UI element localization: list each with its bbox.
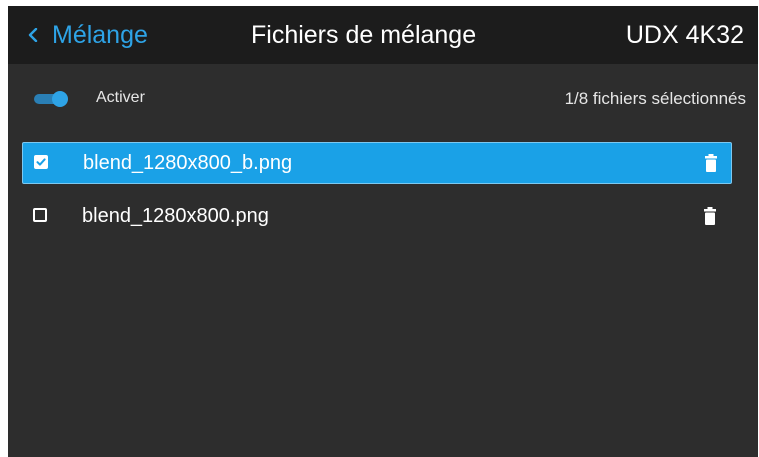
toggle-knob — [52, 91, 68, 107]
enable-row: Activer 1/8 fichiers sélectionnés — [8, 84, 758, 114]
file-name: blend_1280x800.png — [82, 205, 269, 227]
back-label: Mélange — [52, 20, 148, 49]
chevron-left-icon — [28, 19, 38, 51]
trash-icon[interactable] — [704, 207, 716, 225]
enable-toggle-label: Activer — [96, 89, 145, 106]
file-name: blend_1280x800_b.png — [83, 152, 293, 174]
file-row[interactable]: blend_1280x800.png — [22, 196, 730, 236]
file-row[interactable]: blend_1280x800_b.png — [22, 142, 732, 184]
blend-files-screen: Mélange Fichiers de mélange UDX 4K32 Act… — [8, 6, 758, 457]
back-button[interactable]: Mélange — [28, 19, 148, 51]
header-bar: Mélange Fichiers de mélange UDX 4K32 — [8, 6, 758, 64]
file-list: blend_1280x800_b.png blend_1280x800.png — [22, 142, 732, 248]
trash-icon[interactable] — [705, 154, 717, 172]
selection-count: 1/8 fichiers sélectionnés — [564, 89, 746, 108]
checkbox-checked-icon[interactable] — [34, 155, 48, 169]
enable-toggle[interactable] — [34, 91, 68, 107]
device-name: UDX 4K32 — [625, 21, 744, 49]
checkbox-unchecked-icon[interactable] — [33, 208, 47, 222]
page-title: Fichiers de mélange — [251, 21, 477, 49]
